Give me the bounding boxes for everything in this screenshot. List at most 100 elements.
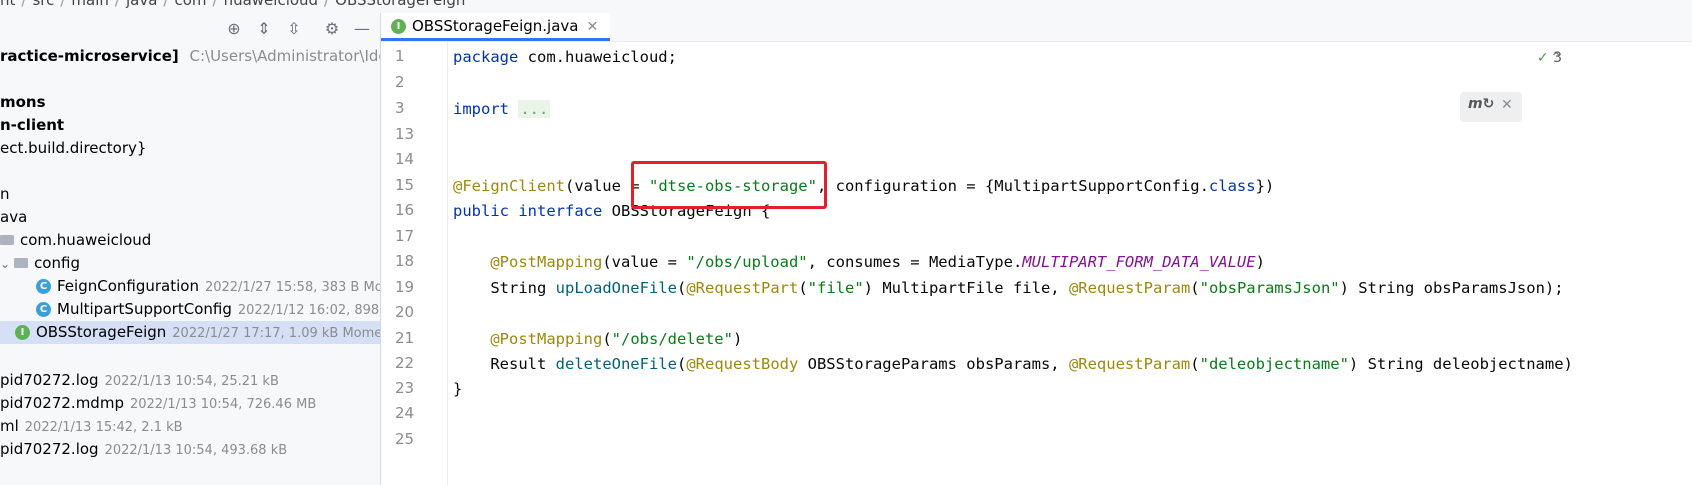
import-fold[interactable]: ...: [518, 100, 551, 118]
line-number: 18: [395, 252, 415, 270]
tree-item-label: ect.build.directory}: [0, 139, 147, 157]
line-number: 1: [395, 47, 405, 65]
line-number: 24: [395, 404, 415, 422]
code-token: (value =: [602, 253, 687, 271]
chevron-down-icon[interactable]: ⌄: [0, 253, 10, 276]
tree-item-java[interactable]: ava: [0, 206, 380, 229]
breadcrumb-item[interactable]: huaweicloud: [224, 0, 319, 9]
code-token: @RequestParam: [1068, 355, 1191, 373]
line-number: 20: [395, 303, 415, 321]
breadcrumb-separator: /: [324, 0, 330, 9]
tree-item-commons[interactable]: mons: [0, 91, 380, 114]
breadcrumb-item[interactable]: nt: [0, 0, 15, 9]
line-number: 17: [395, 227, 415, 245]
code-token: public: [453, 202, 509, 220]
tree-item-label: OBSStorageFeign: [36, 323, 167, 341]
code-token: ): [732, 330, 743, 348]
breadcrumb-separator: /: [21, 0, 27, 9]
code-line-22: Result deleteOneFile(@RequestBody OBSSto…: [453, 354, 1573, 374]
line-number: 3: [395, 99, 405, 117]
breadcrumb-separator: /: [163, 0, 169, 9]
line-number: 21: [395, 329, 415, 347]
code-token: String: [490, 279, 556, 297]
tree-item-build-directory[interactable]: ect.build.directory}: [0, 137, 380, 160]
breadcrumb-item[interactable]: OBSStorageFeign: [335, 0, 465, 9]
tree-item-mdmp-file[interactable]: pid70272.mdmp 2022/1/13 10:54, 726.46 MB: [0, 392, 380, 415]
code-line-18: @PostMapping(value = "/obs/upload", cons…: [453, 252, 1265, 272]
gear-icon[interactable]: ⚙: [322, 19, 342, 39]
close-icon[interactable]: ✕: [1501, 97, 1513, 113]
tree-item-multipart-support-config[interactable]: C MultipartSupportConfig 2022/1/12 16:02, …: [0, 298, 380, 321]
locate-icon[interactable]: ⊕: [224, 19, 244, 39]
tree-item-label: n: [0, 185, 10, 203]
code-token: (: [602, 330, 612, 348]
code-token: (: [676, 279, 687, 297]
code-token: import: [453, 100, 509, 118]
code-line-23: }: [453, 379, 462, 399]
tree-item-log-file[interactable]: pid70272.log 2022/1/13 10:54, 25.21 kB: [0, 369, 380, 392]
tree-item-feign-configuration[interactable]: C FeignConfiguration 2022/1/27 15:58, 383 …: [0, 275, 380, 298]
code-token: "deleobjectname": [1199, 355, 1349, 373]
code-token: @PostMapping: [490, 253, 603, 271]
tree-item-client[interactable]: n-client: [0, 114, 380, 137]
line-number: 16: [395, 201, 415, 219]
breadcrumb-item[interactable]: main: [71, 0, 108, 9]
tree-item-label: mons: [0, 93, 46, 111]
tree-item-config[interactable]: ⌄ config: [0, 252, 380, 275]
tree-item-label: pid70272.mdmp: [0, 394, 124, 412]
code-token: }: [453, 380, 463, 398]
code-token: (: [798, 279, 808, 297]
breadcrumb: nt / src / main / java / com / huaweicloud / OBSStor…: [0, 0, 1692, 14]
tree-item-log-file-2[interactable]: pid70272.log 2022/1/13 10:54, 493.68 kB: [0, 438, 380, 461]
code-token: @PostMapping: [490, 330, 603, 348]
tree-item-package[interactable]: com.huaweicloud: [0, 229, 380, 252]
breadcrumb-item[interactable]: java: [126, 0, 157, 9]
code-token: "file": [807, 279, 864, 297]
project-root-row[interactable]: ractice-microservice] C:\Users\Administr…: [0, 45, 380, 68]
code-token: , configuration = {MultipartSupportConfi…: [816, 177, 1209, 195]
code-line-3: import ...: [453, 99, 551, 119]
code-token: "obsParamsJson": [1199, 279, 1340, 297]
code-token: ) String obsParamsJson);: [1339, 279, 1564, 297]
code-token: Result: [490, 355, 556, 373]
tree-item-label: pid70272.log: [0, 440, 99, 458]
code-token: OBSStorageParams obsParams,: [798, 355, 1069, 373]
breadcrumb-item[interactable]: src: [32, 0, 54, 9]
highlight-box: [631, 161, 827, 209]
code-token: "/obs/upload": [686, 253, 808, 271]
code-token: deleteOneFile: [555, 355, 677, 373]
code-token: @RequestBody: [686, 355, 799, 373]
interface-icon: I: [391, 19, 406, 34]
check-icon: ✓: [1536, 50, 1549, 66]
close-icon[interactable]: ✕: [586, 19, 598, 35]
code-token: ): [1255, 253, 1265, 271]
collapse-all-icon[interactable]: ⇳: [284, 19, 304, 39]
tree-item-main[interactable]: n: [0, 183, 380, 206]
tree-item-label: ml: [0, 417, 19, 435]
minimize-icon[interactable]: —: [352, 19, 372, 39]
tree-item-xml-file[interactable]: ml 2022/1/13 15:42, 2.1 kB: [0, 415, 380, 438]
maven-reload-icon[interactable]: m↻: [1468, 96, 1494, 112]
tree-item-meta: 2022/1/13 10:54, 726.46 MB: [129, 397, 317, 412]
breadcrumb-item[interactable]: com: [174, 0, 206, 9]
tree-item-label: com.huaweicloud: [20, 231, 152, 249]
code-token: , consumes = MediaType.: [807, 253, 1023, 271]
tree-item-meta: 2022/1/27 15:58, 383 B Momen: [204, 280, 381, 295]
code-token: }): [1255, 177, 1275, 195]
breadcrumb-separator: /: [212, 0, 218, 9]
line-number: 25: [395, 430, 415, 448]
expand-all-icon[interactable]: ⇕: [254, 19, 274, 39]
breadcrumb-separator: /: [114, 0, 120, 9]
code-token: com.huaweicloud;: [518, 48, 677, 66]
project-root-name: ractice-microservice]: [0, 47, 179, 65]
chevron-up-icon[interactable]: ⌃: [1550, 50, 1562, 66]
code-token: package: [453, 48, 519, 66]
line-number: 19: [395, 278, 415, 296]
line-number: 2: [395, 73, 405, 91]
tree-item-meta: 2022/1/12 16:02, 898 B M: [237, 303, 380, 318]
tree-item-label: ava: [0, 208, 28, 226]
breadcrumb-separator: /: [60, 0, 66, 9]
tree-item-obs-storage-feign[interactable]: I OBSStorageFeign 2022/1/27 17:17, 1.09 kB…: [0, 321, 380, 344]
tree-item-label: FeignConfiguration: [57, 277, 199, 295]
tab-obs-storage-feign[interactable]: I OBSStorageFeign.java ✕: [381, 13, 611, 41]
